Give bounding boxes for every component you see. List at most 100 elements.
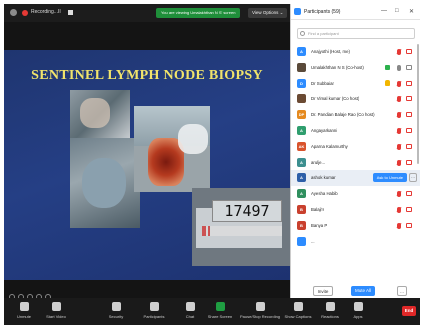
zoom-app-icon (294, 8, 301, 15)
participant-name: Anajyothi (Host, me) (311, 49, 350, 54)
toolbar-label: Apps (353, 314, 363, 319)
microphone-icon (397, 49, 401, 55)
avatar (297, 62, 306, 72)
avatar: A (297, 173, 306, 183)
participant-row[interactable]: A Angayarkanni (291, 123, 420, 139)
participant-row[interactable]: A Anajyothi (Host, me) (291, 44, 420, 60)
end-meeting-button[interactable]: End (402, 306, 416, 316)
surgery-photo-2 (70, 138, 140, 228)
toolbar-label: Start Video (46, 314, 66, 319)
participant-row[interactable]: ... (291, 234, 420, 250)
participant-name: Umalakhthan N S (Co-host) (311, 64, 364, 70)
microphone-icon (397, 96, 401, 103)
avatar: DP (297, 110, 306, 120)
more-options-button[interactable]: ... (397, 286, 407, 296)
participants-title: Participants (59) (304, 9, 341, 15)
microphone-icon (397, 80, 401, 87)
toolbar-item-pause-stop-recording[interactable]: Pause/Stop Recording (240, 300, 280, 319)
participant-name: Ayesha Habib (311, 191, 338, 197)
toolbar-item-share-screen[interactable]: Share Screen (200, 300, 240, 319)
participant-name: ... (311, 238, 315, 244)
recording-label: Recording... (31, 9, 58, 15)
meeting-top-bar: Recording... II You are viewing Umalakht… (4, 4, 290, 22)
video-camera-icon (406, 127, 412, 133)
video-camera-icon (406, 206, 412, 212)
video-camera-icon (406, 191, 412, 197)
participant-search-input[interactable]: Find a participant (297, 28, 415, 39)
minimize-button[interactable]: — (381, 8, 387, 14)
meeting-info-icon[interactable] (10, 9, 17, 16)
video-camera-icon (406, 80, 412, 86)
shield-icon (111, 302, 121, 311)
microphone-icon (397, 206, 401, 213)
participant-list-scrollbar[interactable] (417, 44, 419, 164)
search-icon (300, 31, 305, 36)
viewing-screen-badge: You are viewing Umalakhthan N S' screen (156, 8, 241, 18)
participant-row[interactable]: AK Aparna Kalamurthy (291, 139, 420, 155)
zoom-meeting-window: Recording... II You are viewing Umalakht… (4, 4, 420, 325)
avatar: A (297, 125, 306, 135)
microphone-icon (397, 143, 401, 150)
microphone-icon (397, 127, 401, 134)
toolbar-item-apps[interactable]: Apps (338, 300, 378, 319)
mute-all-button[interactable]: Mute All (351, 286, 375, 296)
participant-name: Aparna Kalamurthy (311, 143, 348, 149)
avatar (297, 94, 306, 104)
participant-list: A Anajyothi (Host, me) Umalakhthan N S (Co… (291, 44, 420, 249)
participants-panel: Participants (59) — □ ✕ Find a participa… (290, 4, 420, 298)
microphone-icon (397, 112, 401, 119)
participant-name: Banya P (311, 222, 328, 228)
video-camera-icon (406, 64, 412, 70)
microphone-icon (397, 159, 401, 166)
participant-row[interactable]: A Ayesha Habib (291, 186, 420, 202)
video-camera-icon (51, 302, 61, 311)
record-icon (255, 302, 265, 311)
participant-row[interactable]: Umalakhthan N S (Co-host) (291, 60, 420, 76)
participant-row[interactable]: B Banya P (291, 218, 420, 234)
avatar: B (297, 220, 306, 230)
microphone-icon (397, 191, 401, 198)
share-screen-icon (215, 302, 225, 311)
toolbar-item-participants[interactable]: Participants (134, 300, 174, 319)
avatar: AK (297, 141, 306, 151)
participant-row[interactable]: Aashok kumar Ask to Unmute ··· (291, 170, 420, 187)
chat-icon (185, 302, 195, 311)
participant-row[interactable]: DP Dr. Pandian Balaje Rao (Co host) (291, 107, 420, 123)
probe-bar-strip (202, 226, 282, 236)
video-camera-icon (406, 49, 412, 54)
participant-row[interactable]: B Balaji's (291, 202, 420, 218)
participants-header: Participants (59) — □ ✕ (291, 4, 420, 20)
participant-more-button[interactable]: ··· (409, 173, 417, 183)
participant-name: Dr Vimal kumar (Co host) (311, 96, 360, 102)
toolbar-item-start-video[interactable]: Start Video (36, 300, 76, 319)
microphone-icon (19, 302, 29, 311)
participant-row[interactable]: Dr Vimal kumar (Co host) (291, 91, 420, 107)
participant-row[interactable]: D Dr Subbaiar (291, 76, 420, 92)
participants-footer: Invite Mute All ... (291, 286, 420, 298)
avatar (297, 236, 306, 246)
invite-button[interactable]: Invite (313, 286, 333, 296)
maximize-button[interactable]: □ (395, 8, 399, 14)
video-camera-icon (406, 143, 412, 149)
ask-to-unmute-button[interactable]: Ask to Unmute (372, 173, 407, 183)
microphone-icon (397, 64, 401, 71)
participants-icon (149, 302, 159, 311)
video-camera-icon (406, 112, 412, 118)
view-options-button[interactable]: View Options ⌄ (248, 8, 288, 18)
close-button[interactable]: ✕ (409, 8, 414, 15)
participant-name: Balaji's (311, 206, 325, 212)
apps-icon (353, 302, 363, 311)
stop-recording-button[interactable] (68, 10, 73, 15)
participant-name: Dr Subbaiar (311, 80, 334, 86)
toolbar-item-security[interactable]: Security (96, 300, 136, 319)
participant-name: arulje... (311, 159, 326, 165)
participant-name: ashok kumar (311, 175, 336, 181)
toolbar-label: Participants (143, 314, 165, 319)
participant-name: Dr. Pandian Balaje Rao (Co host) (311, 112, 375, 118)
gamma-probe-counter: 17497 (212, 200, 282, 222)
surgery-photo-1 (70, 90, 130, 138)
pause-recording-button[interactable]: II (58, 9, 61, 15)
microphone-icon (397, 222, 401, 229)
video-camera-icon (406, 96, 412, 102)
participant-row[interactable]: Aarulje... (291, 155, 420, 171)
